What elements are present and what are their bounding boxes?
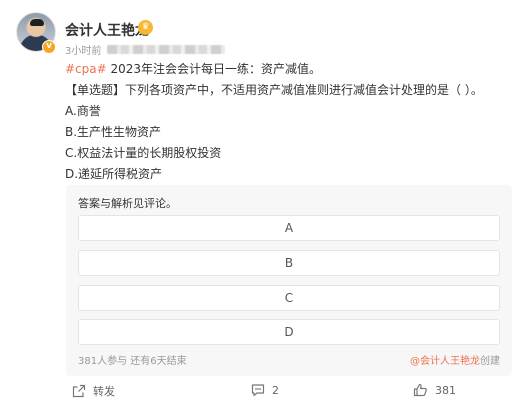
repost-button[interactable]: 转发 <box>72 383 115 399</box>
avatar-hair <box>30 19 44 26</box>
poll-option-b[interactable]: B <box>78 250 500 276</box>
choice-b: B.生产性生物资产 <box>65 125 162 139</box>
poll-creator-link[interactable]: @会计人王艳龙 <box>410 356 480 367</box>
blurred-source-info <box>107 45 226 54</box>
poll-option-c[interactable]: C <box>78 285 500 311</box>
poll-stats: 381人参与 还有6天结束 <box>78 356 187 367</box>
verified-badge-icon: v <box>42 40 56 54</box>
poll-option-a[interactable]: A <box>78 215 500 241</box>
poll-card: 答案与解析见评论。 A B C D 381人参与 还有6天结束 @会计人王艳龙创… <box>66 185 512 376</box>
like-button[interactable]: 381 <box>413 383 456 397</box>
headline-text: 2023年注会会计每日一练：资产减值。 <box>106 62 322 76</box>
choice-d: D.递延所得税资产 <box>65 167 163 181</box>
poll-option-d[interactable]: D <box>78 319 500 345</box>
choice-c: C.权益法计量的长期股权投资 <box>65 146 222 160</box>
comment-count: 2 <box>272 383 279 397</box>
crown-badge-icon[interactable]: ♛ <box>138 20 153 35</box>
repost-icon <box>72 384 86 398</box>
post-meta: 3小时前 <box>65 42 226 57</box>
question-text: 【单选题】下列各项资产中，不适用资产减值准则进行减值会计处理的是（ ）。 <box>65 83 483 97</box>
choice-a: A.商誉 <box>65 104 101 118</box>
author-name[interactable]: 会计人王艳龙 <box>65 20 149 40</box>
like-count: 381 <box>435 383 456 397</box>
hashtag-link[interactable]: #cpa# <box>65 62 107 76</box>
comment-icon <box>251 384 265 397</box>
poll-title: 答案与解析见评论。 <box>78 197 177 210</box>
post-time[interactable]: 3小时前 <box>65 42 101 57</box>
comment-button[interactable]: 2 <box>251 383 279 397</box>
thumbs-up-icon <box>413 383 427 397</box>
post-headline: #cpa# 2023年注会会计每日一练：资产减值。 <box>65 60 321 77</box>
poll-creator: @会计人王艳龙创建 <box>410 352 500 367</box>
poll-creator-suffix: 创建 <box>480 356 500 367</box>
repost-label: 转发 <box>93 385 115 398</box>
